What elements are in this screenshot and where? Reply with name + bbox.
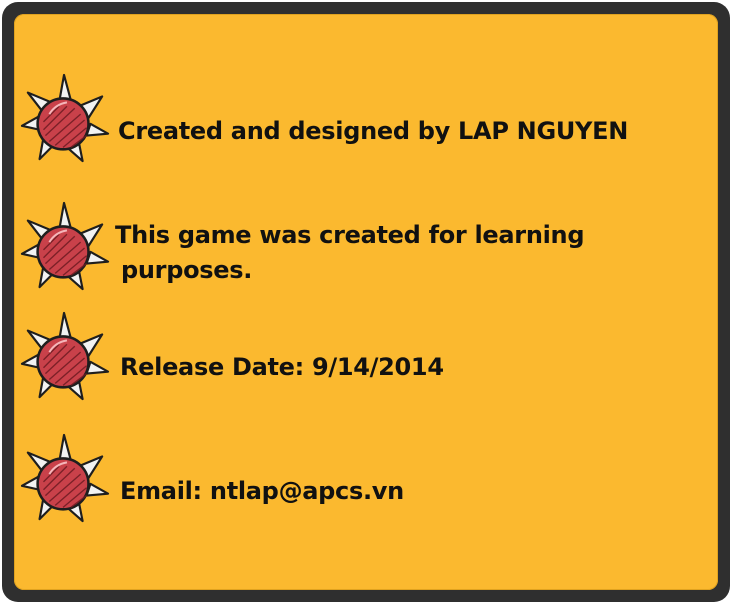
spiked-mine-icon xyxy=(20,73,110,163)
credit-release-date-text: Release Date: 9/14/2014 xyxy=(120,353,444,381)
credits-panel: Created and designed by LAP NGUYEN This … xyxy=(14,14,718,590)
spiked-mine-icon xyxy=(20,433,110,523)
spiked-mine-icon xyxy=(20,311,110,401)
spiked-mine-icon xyxy=(20,201,110,291)
credits-panel-border: Created and designed by LAP NGUYEN This … xyxy=(2,2,730,602)
credit-email-text: Email: ntlap@apcs.vn xyxy=(120,477,404,505)
credit-purpose-line2: purposes. xyxy=(121,256,253,284)
credit-author-text: Created and designed by LAP NGUYEN xyxy=(118,117,628,145)
credit-purpose-line1: This game was created for learning xyxy=(115,221,585,249)
